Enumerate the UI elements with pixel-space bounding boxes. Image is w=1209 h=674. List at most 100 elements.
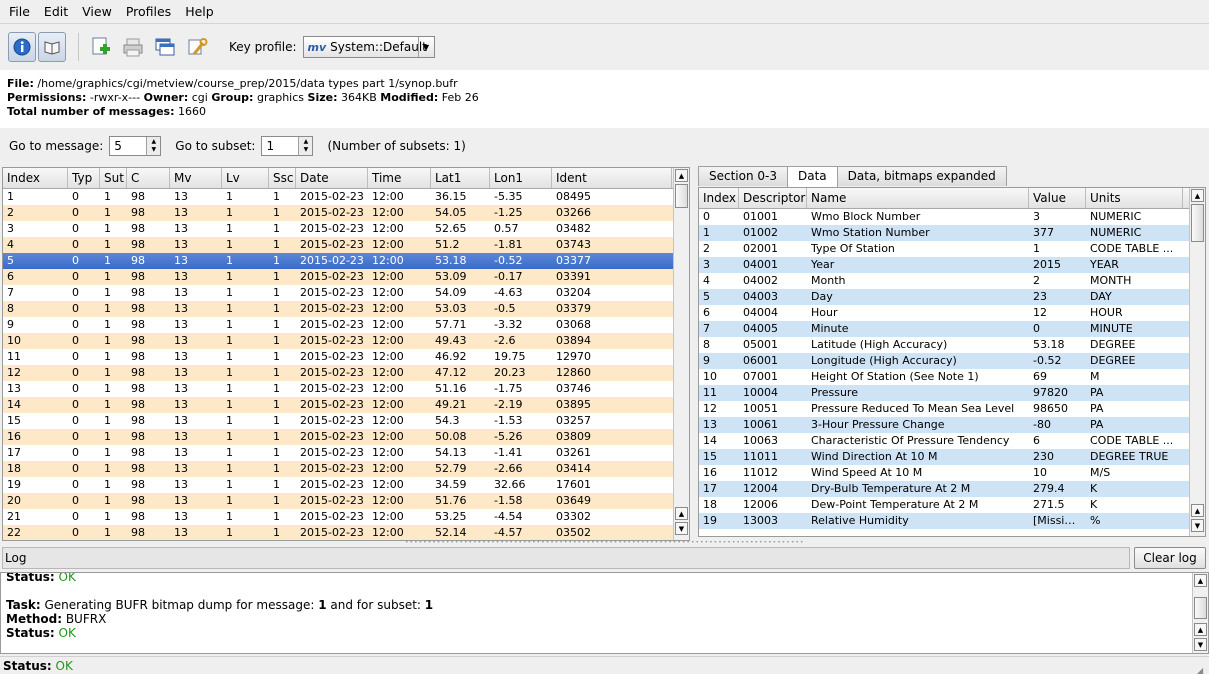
message-table-scrollbar[interactable]: ▲ ▲ ▼ xyxy=(673,168,689,540)
column-header-time[interactable]: Time xyxy=(368,168,431,188)
table-row[interactable]: 7 04005 Minute 0 MINUTE xyxy=(699,321,1205,337)
table-row[interactable]: 1 01002 Wmo Station Number 377 NUMERIC xyxy=(699,225,1205,241)
column-header-units[interactable]: Units xyxy=(1086,188,1183,208)
column-header-lv[interactable]: Lv xyxy=(222,168,269,188)
column-header-date[interactable]: Date xyxy=(296,168,368,188)
column-header-sut[interactable]: Sut xyxy=(100,168,127,188)
table-row[interactable]: 16 11012 Wind Speed At 10 M 10 M/S xyxy=(699,465,1205,481)
table-row[interactable]: 21 0 1 98 13 1 1 2015-02-23 12:00 53.25 -4.54 03302 xyxy=(3,509,689,525)
scroll-down-icon[interactable]: ▼ xyxy=(675,522,688,535)
table-row[interactable]: 15 0 1 98 13 1 1 2015-02-23 12:00 54.3 -1.53 03257 xyxy=(3,413,689,429)
table-row[interactable]: 18 12006 Dew-Point Temperature At 2 M 271.5… xyxy=(699,497,1205,513)
scroll-down-icon[interactable]: ▼ xyxy=(1194,638,1207,651)
new-tab-button[interactable] xyxy=(87,32,115,62)
table-row[interactable]: 2 0 1 98 13 1 1 2015-02-23 12:00 54.05 -1.25 03266 xyxy=(3,205,689,221)
table-row[interactable]: 17 12004 Dry-Bulb Temperature At 2 M 279.4 K xyxy=(699,481,1205,497)
column-header-index[interactable]: Index xyxy=(699,188,739,208)
scroll-down-icon[interactable]: ▼ xyxy=(1191,519,1204,532)
table-row[interactable]: 19 0 1 98 13 1 1 2015-02-23 12:00 34.59 32.66 17601 xyxy=(3,477,689,493)
table-row[interactable]: 12 0 1 98 13 1 1 2015-02-23 12:00 47.12 20.23 12860 xyxy=(3,365,689,381)
table-row[interactable]: 18 0 1 98 13 1 1 2015-02-23 12:00 52.79 -2.66 03414 xyxy=(3,461,689,477)
table-row[interactable]: 6 04004 Hour 12 HOUR xyxy=(699,305,1205,321)
tab-data[interactable]: Data xyxy=(787,166,838,187)
table-row[interactable]: 11 10004 Pressure 97820 PA xyxy=(699,385,1205,401)
table-row[interactable]: 9 06001 Longitude (High Accuracy) -0.52 DEGR… xyxy=(699,353,1205,369)
new-window-button[interactable] xyxy=(151,32,179,62)
chevron-down-icon[interactable]: ▼ xyxy=(417,37,434,57)
column-header-lat1[interactable]: Lat1 xyxy=(431,168,490,188)
column-header-lon1[interactable]: Lon1 xyxy=(490,168,552,188)
tab-section-0-3[interactable]: Section 0-3 xyxy=(698,166,788,186)
table-row[interactable]: 14 0 1 98 13 1 1 2015-02-23 12:00 49.21 -2.19 03895 xyxy=(3,397,689,413)
scroll-thumb[interactable] xyxy=(1191,204,1204,242)
column-header-value[interactable]: Value xyxy=(1029,188,1086,208)
table-row[interactable]: 13 10061 3-Hour Pressure Change -80 PA xyxy=(699,417,1205,433)
table-row[interactable]: 20 0 1 98 13 1 1 2015-02-23 12:00 51.76 -1.58 03649 xyxy=(3,493,689,509)
table-row[interactable]: 0 01001 Wmo Block Number 3 NUMERIC xyxy=(699,209,1205,225)
goto-message-spinbox[interactable]: 5 ▲ ▼ xyxy=(109,136,162,156)
table-row[interactable]: 8 05001 Latitude (High Accuracy) 53.18 DEGRE… xyxy=(699,337,1205,353)
table-row[interactable]: 4 0 1 98 13 1 1 2015-02-23 12:00 51.2 -1.81 03743 xyxy=(3,237,689,253)
table-row[interactable]: 12 10051 Pressure Reduced To Mean Sea Leve… xyxy=(699,401,1205,417)
table-row[interactable]: 1 0 1 98 13 1 1 2015-02-23 12:00 36.15 -5.35 08495 xyxy=(3,189,689,205)
menu-file[interactable]: File xyxy=(4,4,35,19)
table-row[interactable]: 15 11011 Wind Direction At 10 M 230 DEGREE T… xyxy=(699,449,1205,465)
scroll-thumb[interactable] xyxy=(675,184,688,208)
table-row[interactable]: 10 0 1 98 13 1 1 2015-02-23 12:00 49.43 -2.6 03894 xyxy=(3,333,689,349)
table-row[interactable]: 10 07001 Height Of Station (See Note 1) 69 M xyxy=(699,369,1205,385)
scroll-up-icon[interactable]: ▲ xyxy=(1194,574,1207,587)
table-row[interactable]: 3 04001 Year 2015 YEAR xyxy=(699,257,1205,273)
scroll-up-icon[interactable]: ▲ xyxy=(1191,189,1204,202)
log-panel-button[interactable] xyxy=(38,32,66,62)
table-row[interactable]: 16 0 1 98 13 1 1 2015-02-23 12:00 50.08 -5.26 03809 xyxy=(3,429,689,445)
table-row[interactable]: 19 13003 Relative Humidity [Missing]% xyxy=(699,513,1205,529)
table-cell: 13 xyxy=(174,286,188,299)
table-row[interactable]: 11 0 1 98 13 1 1 2015-02-23 12:00 46.92 19.75 12970 xyxy=(3,349,689,365)
column-header-descriptor[interactable]: Descriptor xyxy=(739,188,807,208)
menu-profiles[interactable]: Profiles xyxy=(121,4,176,19)
table-row[interactable]: 8 0 1 98 13 1 1 2015-02-23 12:00 53.03 -0.5 03379 xyxy=(3,301,689,317)
menu-help[interactable]: Help xyxy=(180,4,219,19)
table-row[interactable]: 4 04002 Month 2 MONTH xyxy=(699,273,1205,289)
data-table-scrollbar[interactable]: ▲ ▲ ▼ xyxy=(1189,188,1205,536)
column-header-ssc[interactable]: Ssc xyxy=(269,168,296,188)
scroll-thumb[interactable] xyxy=(1194,597,1207,619)
goto-subset-value[interactable]: 1 xyxy=(266,139,274,153)
settings-button[interactable] xyxy=(183,32,211,62)
info-panel-button[interactable] xyxy=(8,32,36,62)
scroll-up-icon[interactable]: ▲ xyxy=(1191,504,1204,517)
column-header-c[interactable]: C xyxy=(127,168,170,188)
column-header-typ[interactable]: Typ xyxy=(68,168,100,188)
key-profile-combo[interactable]: mv System::Default ▼ xyxy=(302,36,435,58)
table-row[interactable]: 22 0 1 98 13 1 1 2015-02-23 12:00 52.14 -4.57 03502 xyxy=(3,525,689,540)
column-header-name[interactable]: Name xyxy=(807,188,1029,208)
table-row[interactable]: 5 0 1 98 13 1 1 2015-02-23 12:00 53.18 -0.52 03377 xyxy=(3,253,689,269)
scroll-up-icon[interactable]: ▲ xyxy=(675,169,688,182)
spin-arrows-icon[interactable]: ▲ ▼ xyxy=(298,137,313,155)
log-scrollbar[interactable]: ▲ ▲ ▼ xyxy=(1192,573,1208,653)
scroll-up-icon[interactable]: ▲ xyxy=(675,507,688,520)
column-header-mv[interactable]: Mv xyxy=(170,168,222,188)
table-row[interactable]: 7 0 1 98 13 1 1 2015-02-23 12:00 54.09 -4.63 03204 xyxy=(3,285,689,301)
table-row[interactable]: 9 0 1 98 13 1 1 2015-02-23 12:00 57.71 -3.32 03068 xyxy=(3,317,689,333)
table-cell: 36.15 xyxy=(435,190,467,203)
menu-edit[interactable]: Edit xyxy=(39,4,73,19)
column-header-index[interactable]: Index xyxy=(3,168,68,188)
table-row[interactable]: 13 0 1 98 13 1 1 2015-02-23 12:00 51.16 -1.75 03746 xyxy=(3,381,689,397)
goto-subset-spinbox[interactable]: 1 ▲ ▼ xyxy=(261,136,314,156)
resize-grip-icon[interactable]: ◢ xyxy=(1197,662,1207,674)
goto-message-value[interactable]: 5 xyxy=(114,139,122,153)
table-row[interactable]: 3 0 1 98 13 1 1 2015-02-23 12:00 52.65 0.57 03482 xyxy=(3,221,689,237)
table-row[interactable]: 5 04003 Day 23 DAY xyxy=(699,289,1205,305)
table-row[interactable]: 6 0 1 98 13 1 1 2015-02-23 12:00 53.09 -0.17 03391 xyxy=(3,269,689,285)
print-button[interactable] xyxy=(119,32,147,62)
table-row[interactable]: 2 02001 Type Of Station 1 CODE TABLE ... xyxy=(699,241,1205,257)
column-header-ident[interactable]: Ident xyxy=(552,168,672,188)
clear-log-button[interactable]: Clear log xyxy=(1134,547,1206,569)
menu-view[interactable]: View xyxy=(77,4,117,19)
table-row[interactable]: 14 10063 Characteristic Of Pressure Tenden… xyxy=(699,433,1205,449)
tab-data-bitmaps-expanded[interactable]: Data, bitmaps expanded xyxy=(836,166,1007,186)
scroll-up-icon[interactable]: ▲ xyxy=(1194,623,1207,636)
spin-arrows-icon[interactable]: ▲ ▼ xyxy=(146,137,161,155)
table-row[interactable]: 17 0 1 98 13 1 1 2015-02-23 12:00 54.13 -1.41 03261 xyxy=(3,445,689,461)
